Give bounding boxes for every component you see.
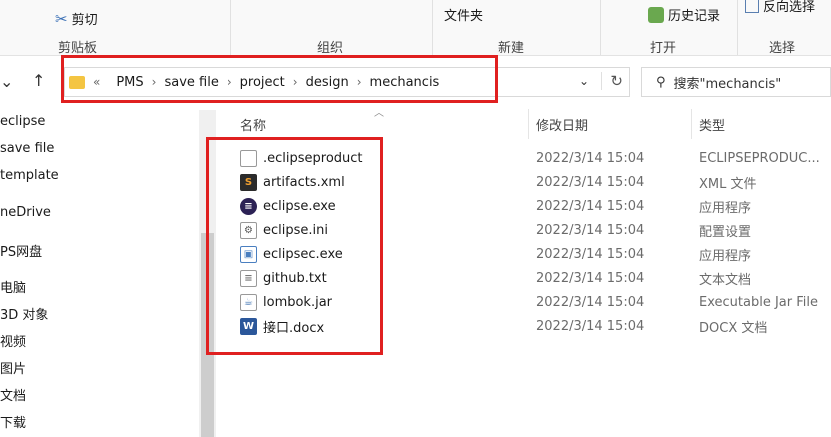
- group-select: 选择: [769, 41, 796, 56]
- sidebar-item-onedrive[interactable]: neDrive: [0, 205, 51, 220]
- group-divider: [432, 0, 433, 55]
- file-date: 2022/3/14 15:04: [536, 174, 645, 190]
- chevron-down-icon[interactable]: ⌄: [0, 72, 13, 91]
- breadcrumb-mechancis[interactable]: mechancis: [362, 75, 448, 90]
- scrollbar-thumb[interactable]: [201, 233, 214, 437]
- file-row[interactable]: ☕ lombok.jar 2022/3/14 15:04 Executable J…: [236, 290, 831, 314]
- jar-icon: ☕: [240, 293, 257, 311]
- group-divider: [230, 0, 231, 55]
- file-type: 文本文档: [699, 272, 752, 288]
- word-doc-icon: W: [240, 317, 257, 335]
- file-name: eclipse.ini: [263, 222, 328, 238]
- ribbon: ✂ 剪切 文件夹 历史记录 反向选择 剪贴板 组织 新建 打开 选择: [0, 0, 831, 56]
- file-name: artifacts.xml: [263, 174, 345, 190]
- file-type: 应用程序: [699, 248, 752, 264]
- xml-icon: S: [240, 173, 257, 191]
- reverse-select-button[interactable]: 反向选择: [745, 0, 815, 15]
- file-name: lombok.jar: [263, 294, 333, 310]
- sidebar-item-downloads[interactable]: 下载: [0, 412, 26, 431]
- history-button[interactable]: 历史记录: [648, 5, 720, 24]
- file-type: XML 文件: [699, 176, 757, 192]
- column-header-type[interactable]: 类型: [699, 109, 725, 139]
- text-file-icon: ≡: [240, 269, 257, 287]
- console-app-icon: ▣: [240, 245, 257, 263]
- breadcrumb-design[interactable]: design: [298, 75, 357, 90]
- file-row[interactable]: ▣ eclipsec.exe 2022/3/14 15:04 应用程序: [236, 242, 831, 266]
- group-divider: [600, 0, 601, 55]
- file-date: 2022/3/14 15:04: [536, 150, 645, 166]
- group-new: 新建: [498, 41, 525, 56]
- column-header-modified[interactable]: 修改日期: [536, 109, 588, 139]
- sidebar-item-wps-cloud[interactable]: PS网盘: [0, 241, 42, 260]
- file-row[interactable]: .eclipseproduct 2022/3/14 15:04 ECLIPSEP…: [236, 146, 831, 170]
- eclipse-icon: ≡: [240, 197, 257, 215]
- sidebar-item-this-pc[interactable]: 电脑: [0, 277, 26, 296]
- breadcrumb-save-file[interactable]: save file: [156, 75, 226, 90]
- ini-file-icon: ⚙: [240, 221, 257, 239]
- folder-icon: [69, 75, 85, 89]
- file-row[interactable]: ⚙ eclipse.ini 2022/3/14 15:04 配置设置: [236, 218, 831, 242]
- navigation-pane: eclipse save file template neDrive PS网盘 …: [0, 110, 198, 437]
- new-folder-label[interactable]: 文件夹: [444, 5, 483, 24]
- history-icon: [648, 6, 664, 23]
- group-clipboard: 剪贴板: [58, 41, 98, 56]
- address-dropdown-icon[interactable]: ⌄: [579, 74, 589, 88]
- column-divider[interactable]: [691, 109, 692, 139]
- sidebar-item-documents[interactable]: 文档: [0, 385, 26, 404]
- file-date: 2022/3/14 15:04: [536, 294, 645, 310]
- sidebar-item-videos[interactable]: 视频: [0, 331, 26, 350]
- sidebar-item-eclipse[interactable]: eclipse: [0, 114, 45, 129]
- address-row: ⌄ ↑ « PMS › save file › project › design…: [0, 57, 831, 109]
- file-date: 2022/3/14 15:04: [536, 222, 645, 238]
- breadcrumb-pms[interactable]: PMS: [108, 75, 151, 90]
- file-name: eclipse.exe: [263, 198, 336, 214]
- sidebar-item-template[interactable]: template: [0, 168, 59, 183]
- sort-ascending-icon: ︿: [374, 108, 384, 119]
- file-type: DOCX 文档: [699, 320, 768, 336]
- search-box[interactable]: ⚲ 搜索"mechancis": [641, 67, 831, 97]
- file-row[interactable]: ≡ github.txt 2022/3/14 15:04 文本文档: [236, 266, 831, 290]
- file-type: 配置设置: [699, 224, 752, 240]
- breadcrumb-project[interactable]: project: [232, 75, 293, 90]
- sidebar-item-pictures[interactable]: 图片: [0, 358, 26, 377]
- file-row[interactable]: ≡ eclipse.exe 2022/3/14 15:04 应用程序: [236, 194, 831, 218]
- group-divider: [737, 0, 738, 55]
- search-placeholder: 搜索"mechancis": [673, 76, 782, 92]
- file-type: Executable Jar File: [699, 294, 818, 310]
- file-date: 2022/3/14 15:04: [536, 318, 645, 334]
- select-icon: [745, 0, 759, 13]
- file-type: 应用程序: [699, 200, 752, 216]
- scissors-icon: ✂: [55, 9, 68, 28]
- refresh-icon[interactable]: ↻: [601, 72, 623, 90]
- cut-button[interactable]: ✂ 剪切: [55, 9, 98, 29]
- address-bar[interactable]: « PMS › save file › project › design › m…: [64, 67, 630, 97]
- file-date: 2022/3/14 15:04: [536, 246, 645, 262]
- file-name: github.txt: [263, 270, 327, 286]
- file-type: ECLIPSEPRODUC...: [699, 150, 820, 166]
- file-row[interactable]: W 接口.docx 2022/3/14 15:04 DOCX 文档: [236, 314, 831, 338]
- group-open: 打开: [650, 41, 677, 56]
- sidebar-item-3d-objects[interactable]: 3D 对象: [0, 304, 48, 323]
- generic-file-icon: [240, 149, 257, 167]
- group-organize: 组织: [317, 41, 344, 56]
- up-arrow-icon[interactable]: ↑: [32, 71, 45, 90]
- file-name: eclipsec.exe: [263, 246, 343, 262]
- sidebar-item-save-file[interactable]: save file: [0, 141, 54, 156]
- column-divider[interactable]: [528, 109, 529, 139]
- overflow-chevron-icon[interactable]: «: [85, 75, 108, 89]
- file-name: .eclipseproduct: [263, 150, 363, 166]
- file-date: 2022/3/14 15:04: [536, 270, 645, 286]
- file-name: 接口.docx: [263, 320, 325, 336]
- file-row[interactable]: Sartifacts.xml 2022/3/14 15:04 XML 文件: [236, 170, 831, 194]
- file-date: 2022/3/14 15:04: [536, 198, 645, 214]
- sidebar-scrollbar[interactable]: [199, 110, 216, 437]
- search-icon: ⚲: [656, 74, 666, 90]
- column-header-name[interactable]: 名称: [240, 109, 266, 139]
